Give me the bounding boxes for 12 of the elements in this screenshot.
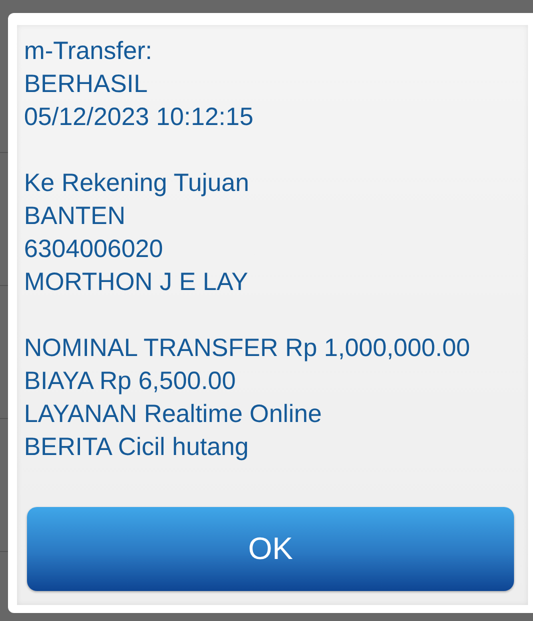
message-line: BERHASIL <box>24 69 149 100</box>
message-line: 6304006020 <box>24 234 164 265</box>
message-line: BIAYA Rp 6,500.00 <box>24 366 237 397</box>
message-line: Ke Rekening Tujuan <box>24 168 250 199</box>
message-line: BANTEN <box>24 201 126 232</box>
message-line: m-Transfer: <box>24 36 154 67</box>
message-line: NOMINAL TRANSFER Rp 1,000,000.00 <box>24 333 472 364</box>
message-line: LAYANAN Realtime Online <box>24 399 323 430</box>
message-line: BERITA Cicil hutang <box>24 432 250 463</box>
message-line: 05/12/2023 10:12:15 <box>24 102 254 133</box>
message-line: MORTHON J E LAY <box>24 267 250 298</box>
ok-button[interactable]: OK <box>27 507 514 591</box>
